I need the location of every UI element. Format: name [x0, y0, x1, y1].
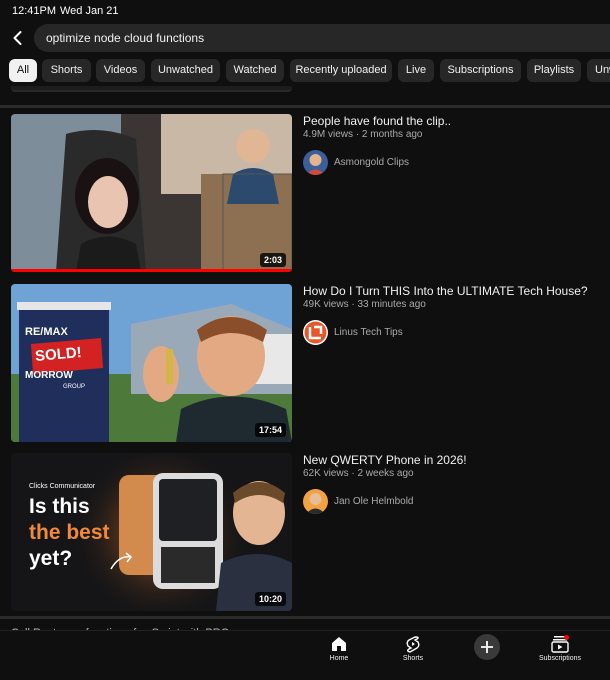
divider [0, 105, 610, 108]
video-thumbnail[interactable]: RE/MAX SOLD! MORROW GROUP 17:54 [11, 284, 292, 442]
nav-shorts-label: Shorts [402, 655, 424, 662]
chevron-left-icon [13, 31, 22, 45]
video-meta: 4.9M views · 2 months ago [303, 129, 423, 140]
chip-recently-uploaded[interactable]: Recently uploaded [290, 59, 392, 82]
watch-progress-bar [11, 269, 292, 272]
video-title[interactable]: How Do I Turn THIS Into the ULTIMATE Tec… [303, 284, 603, 298]
video-duration: 2:03 [259, 253, 286, 267]
thumb-agency-text: MORROW [25, 370, 73, 381]
search-query: optimize node cloud functions [46, 31, 205, 45]
subscriptions-icon [551, 635, 569, 653]
status-date: Wed Jan 21 [60, 5, 119, 17]
thumb-line2-text: the best [29, 521, 110, 544]
create-button[interactable] [474, 634, 500, 660]
thumb-line3-text: yet? [29, 547, 73, 570]
chip-videos[interactable]: Videos [96, 59, 145, 82]
thumb-line1-text: Is this [29, 495, 90, 518]
plus-icon [481, 641, 493, 653]
avatar-image [303, 489, 328, 514]
video-thumbnail[interactable]: 2:03 [11, 114, 292, 272]
home-icon [332, 637, 346, 651]
nav-subscriptions[interactable]: Subscriptions [525, 635, 595, 675]
video-meta: 62K views · 2 weeks ago [303, 468, 414, 479]
search-row: optimize node cloud functions [0, 24, 610, 52]
nav-shorts[interactable]: Shorts [378, 635, 448, 675]
channel-avatar[interactable] [303, 320, 328, 345]
video-meta: 49K views · 33 minutes ago [303, 299, 426, 310]
chip-playlists[interactable]: Playlists [527, 59, 581, 82]
chip-live[interactable]: Live [398, 59, 434, 82]
status-time: 12:41PM [12, 5, 57, 17]
previous-item-stub [11, 86, 292, 92]
nav-home-label: Home [329, 655, 349, 662]
video-duration: 10:20 [254, 592, 286, 606]
chip-all[interactable]: All [9, 59, 37, 82]
chip-subscriptions[interactable]: Subscriptions [440, 59, 521, 82]
arrow-icon [110, 552, 133, 570]
chip-unwatched-overflow[interactable]: Unw [587, 59, 610, 82]
nav-home[interactable]: Home [304, 635, 374, 675]
channel-avatar[interactable] [303, 150, 328, 175]
video-item[interactable]: 2:03 People have found the clip.. 4.9M v… [0, 114, 610, 274]
video-title[interactable]: People have found the clip.. [303, 114, 603, 128]
video-item[interactable]: RE/MAX SOLD! MORROW GROUP 17:54 How Do I… [0, 284, 610, 444]
channel-name[interactable]: Jan Ole Helmbold [334, 496, 413, 507]
filter-chips: All Shorts Videos Unwatched Watched Rece… [0, 59, 610, 83]
back-button[interactable] [8, 28, 28, 48]
channel-avatar[interactable] [303, 489, 328, 514]
video-thumbnail[interactable]: Clicks Communicator Is this the best yet… [11, 453, 292, 611]
video-duration: 17:54 [254, 423, 286, 437]
chip-watched[interactable]: Watched [226, 59, 284, 82]
thumb-small-text: Clicks Communicator [29, 483, 96, 490]
chip-unwatched[interactable]: Unwatched [151, 59, 220, 82]
thumb-brand-text: RE/MAX [25, 326, 68, 338]
nav-subscriptions-label: Subscriptions [538, 655, 582, 662]
channel-name[interactable]: Linus Tech Tips [334, 327, 403, 338]
video-title[interactable]: New QWERTY Phone in 2026! [303, 453, 603, 467]
thumbnail-image [11, 114, 292, 272]
avatar-image [303, 150, 328, 175]
thumb-group-text: GROUP [63, 384, 86, 390]
chip-shorts[interactable]: Shorts [42, 59, 91, 82]
status-bar: 12:41PM Wed Jan 21 [0, 0, 610, 22]
avatar-image [303, 320, 328, 345]
divider [0, 616, 610, 619]
search-input[interactable]: optimize node cloud functions [34, 24, 610, 52]
shorts-icon [406, 636, 420, 653]
video-item[interactable]: Clicks Communicator Is this the best yet… [0, 453, 610, 613]
channel-name[interactable]: Asmongold Clips [334, 157, 409, 168]
bottom-nav: Home Shorts Subscriptions [0, 630, 610, 680]
